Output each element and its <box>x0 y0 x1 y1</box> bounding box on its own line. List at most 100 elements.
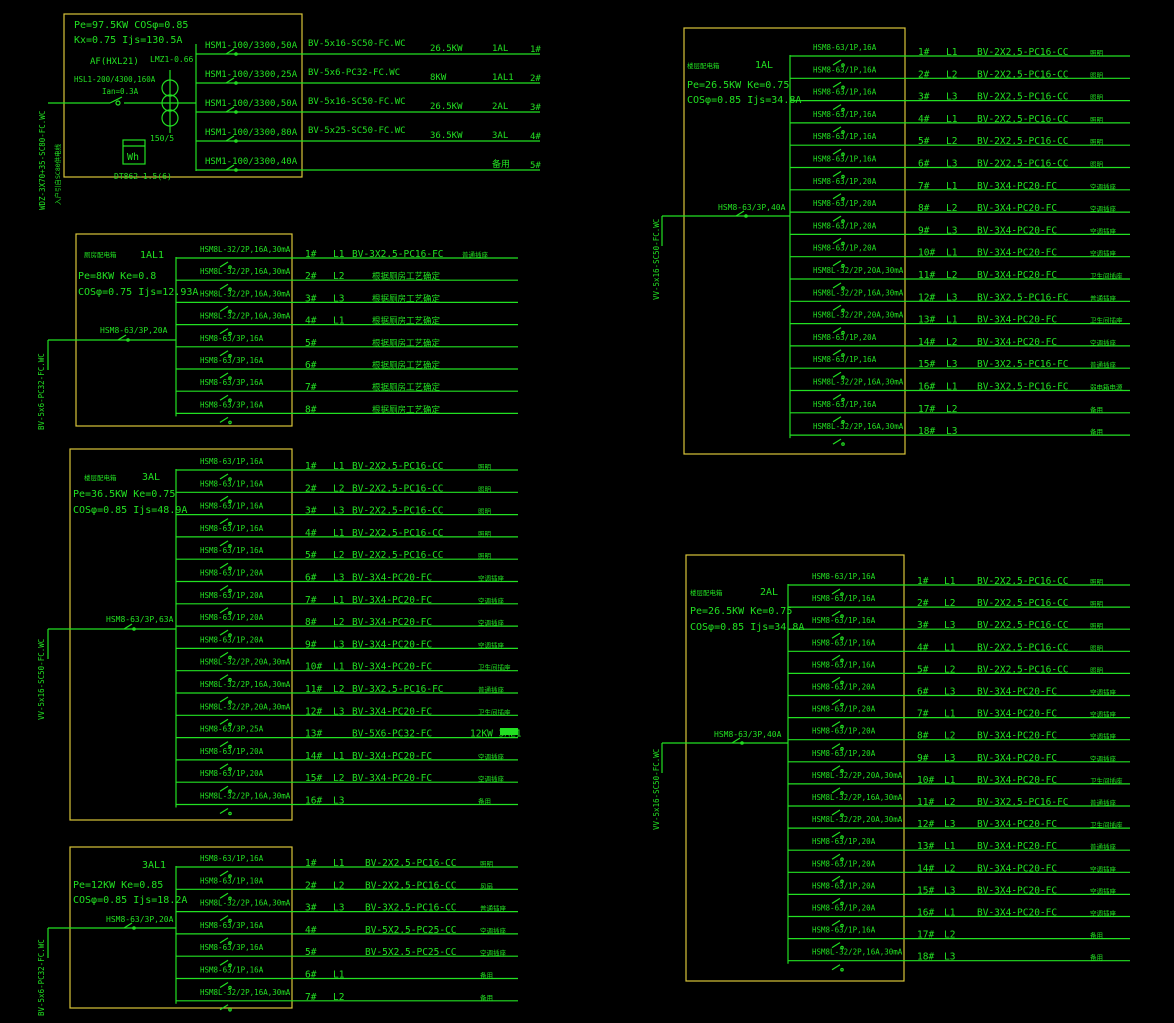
circuit-cable: BV-3X4-PC20-FC <box>977 841 1057 852</box>
circuit-usage: 空调插座 <box>1090 249 1117 258</box>
circuit-usage: 照明 <box>478 485 492 493</box>
circuit-number: 2# <box>305 880 317 891</box>
circuit-breaker: HSM8-63/1P,16A <box>200 479 264 488</box>
circuit-breaker: HSM8-63/1P,20A <box>812 705 876 714</box>
box-params-line1: Pe=26.5KW Ke=0.75 <box>687 80 789 91</box>
circuit-row: HSM8-63/3P,16A 4# BV-5X2.5-PC25-CC 空调插座 <box>176 921 518 945</box>
circuit-usage: 照明 <box>1090 116 1104 124</box>
circuit-row: HSM8L-32/2P,16A,30mA 18# L3 备用 <box>788 948 1130 972</box>
circuit-breaker: HSM8L-32/2P,16A,30mA <box>200 988 291 997</box>
circuit-number: 15# <box>917 885 934 896</box>
circuit-phase: L1 <box>944 841 956 852</box>
circuit-row: HSM8-63/1P,20A 14# L2 BV-3X4-PC20-FC 空调插座 <box>790 333 1130 357</box>
circuit-breaker: HSM8-63/3P,16A <box>200 356 264 365</box>
circuit-breaker: HSM8-63/1P,16A <box>812 616 876 625</box>
circuit-breaker: HSM8-63/1P,20A <box>812 904 876 913</box>
distribution-box-2al: 楼层配电箱 2AL Pe=26.5KW Ke=0.75 COSφ=0.85 Ijs=3… <box>652 554 1130 982</box>
circuit-breaker: HSM8-63/1P,20A <box>813 333 877 342</box>
circuit-usage: 卫生间插座 <box>478 663 511 672</box>
circuit-number: 11# <box>918 270 935 281</box>
circuit-usage: 空调插座 <box>480 926 507 935</box>
circuit-row: HSM8-63/1P,16A 5# L2 BV-2X2.5-PC16-CC 照明 <box>790 132 1130 157</box>
circuit-row: HSM8L-32/2P,20A,30mA 11# L2 BV-3X4-PC20-FC 卫… <box>790 266 1130 290</box>
feeder-number: 1# <box>530 45 541 55</box>
circuit-phase: L2 <box>333 271 344 282</box>
circuit-number: 2# <box>917 598 929 609</box>
circuit-row: HSM8-63/1P,16A 3# L3 BV-2X2.5-PC16-CC 照明 <box>790 88 1130 112</box>
circuit-number: 4# <box>918 114 930 125</box>
circuit-cable: BV-3X4-PC20-FC <box>352 706 432 717</box>
box-incoming-cable: BV-5x6-PC32-FC.WC <box>37 939 46 1016</box>
circuit-cable: BV-3X4-PC20-FC <box>977 731 1057 742</box>
circuit-number: 11# <box>305 684 322 695</box>
circuit-breaker: HSM8-63/1P,16A <box>813 43 877 52</box>
box-type-label: 楼层配电箱 <box>687 61 720 70</box>
circuit-breaker: HSM8-63/1P,16A <box>813 88 877 97</box>
circuit-row: HSM8-63/3P,16A 7# 根据厕房工艺确定 <box>176 378 518 403</box>
circuit-number: 5# <box>305 338 317 349</box>
box-main-breaker: HSM8-63/3P,63A <box>106 615 174 624</box>
box-title: 2AL <box>760 587 778 598</box>
distribution-box-3al1: 3AL1Pe=12KW Ke=0.85COSφ=0.85 Ijs=18.2AHS… <box>37 846 518 1016</box>
feeder-breaker: HSM1-100/3300,40A <box>205 157 298 167</box>
box-title: 3AL <box>142 472 160 483</box>
circuit-number: 6# <box>305 573 317 584</box>
circuit-cable: BV-2X2.5-PC16-CC <box>365 880 457 891</box>
circuit-phase: L1 <box>333 970 345 981</box>
breaker-contact-icon <box>832 438 845 446</box>
circuit-cable: BV-2X2.5-PC16-CC <box>352 506 444 517</box>
circuit-number: 3# <box>305 903 317 914</box>
circuit-usage: 空调插座 <box>478 640 505 649</box>
circuit-cable: BV-3X4-PC20-FC <box>977 908 1057 919</box>
circuit-row: HSM8L-32/2P,16A,30mA 11# L2 BV-3X2.5-PC16-F… <box>176 680 518 704</box>
circuit-usage: 照明 <box>1090 94 1104 102</box>
circuit-row: HSM8L-32/2P,16A,30mA 3# L3 BV-3X2.5-PC16-CC… <box>176 899 518 923</box>
circuit-usage: 卫生间插座 <box>1090 271 1123 280</box>
circuit-cable: BV-2X2.5-PC16-CC <box>977 642 1069 653</box>
box-main-breaker: HSM8-63/3P,40A <box>718 203 786 212</box>
circuit-phase: L2 <box>946 337 957 348</box>
circuit-usage: 空调插座 <box>1090 182 1117 191</box>
circuit-row: HSM8-63/1P,16A 1# L1 BV-2X2.5-PC16-CC 照明 <box>788 572 1130 596</box>
main-breaker-label: HSL1-200/4300,160A <box>74 75 156 84</box>
circuit-number: 10# <box>917 775 934 786</box>
circuit-number: 3# <box>917 620 929 631</box>
box-title: 1AL1 <box>140 250 164 261</box>
circuit-cable: BV-2X2.5-PC16-CC <box>977 620 1069 631</box>
circuit-breaker: HSM8L-32/2P,20A,30mA <box>813 311 904 320</box>
circuit-row: HSM8-63/1P,20A 14# L1 BV-3X4-PC20-FC 空调插座 <box>176 747 518 771</box>
circuit-row: HSM8-63/3P,25A 13# BV-5X6-PC32-FC 12KW 3AL1 <box>176 725 522 749</box>
circuit-breaker: HSM8L-32/2P,16A,30mA <box>200 267 291 276</box>
circuit-phase: L1 <box>944 642 956 653</box>
meter-model-label: DT862-1.5(6) <box>114 172 172 181</box>
circuit-number: 4# <box>305 316 317 327</box>
circuit-number: 12# <box>918 292 935 303</box>
circuit-number: 11# <box>917 797 934 808</box>
circuit-breaker: HSM8-63/1P,16A <box>812 572 876 581</box>
circuit-cable: BV-3X4-PC20-FC <box>977 753 1057 764</box>
circuit-usage: 普通插座 <box>462 250 489 259</box>
circuit-breaker: HSM8L-32/2P,20A,30mA <box>812 771 903 780</box>
circuit-breaker: HSM8-63/1P,20A <box>812 881 876 890</box>
circuit-breaker: HSM8-63/1P,20A <box>813 221 877 230</box>
main-breaker-rating: Ian=0.3A <box>102 87 139 96</box>
circuit-breaker: HSM8L-32/2P,16A,30mA <box>813 288 904 297</box>
circuit-usage: 普通插座 <box>1090 360 1117 369</box>
circuit-row: HSM8-63/1P,20A 8# L2 BV-3X4-PC20-FC 空调插座 <box>176 613 518 637</box>
kwh-meter-icon: Wh <box>122 139 146 165</box>
circuit-usage: 备用 <box>480 971 493 980</box>
circuit-number: 5# <box>305 947 317 958</box>
circuit-phase: L2 <box>333 992 344 1003</box>
feeder-cable: BV-5x16-SC50-FC.WC <box>308 39 406 49</box>
main-incoming-note: 入户引自SC80供电线 <box>53 143 62 205</box>
circuit-number: 1# <box>305 461 317 472</box>
circuit-row: HSM8L-32/2P,20A,30mA 12# L3 BV-3X4-PC20-FC 卫… <box>788 815 1130 839</box>
circuit-number: 9# <box>305 639 317 650</box>
circuit-phase: L3 <box>946 426 957 437</box>
circuit-cable: BV-3X4-PC20-FC <box>977 863 1057 874</box>
circuit-row: HSM8-63/1P,16A 4# L1 BV-2X2.5-PC16-CC 照明 <box>176 524 518 548</box>
circuit-row: HSM8-63/1P,16A 2# L2 BV-2X2.5-PC16-CC 照明 <box>176 479 518 504</box>
box-params-line2: COSφ=0.85 Ijs=48.9A <box>73 505 187 516</box>
circuit-phase: L2 <box>333 684 344 695</box>
circuit-phase: L3 <box>944 753 955 764</box>
